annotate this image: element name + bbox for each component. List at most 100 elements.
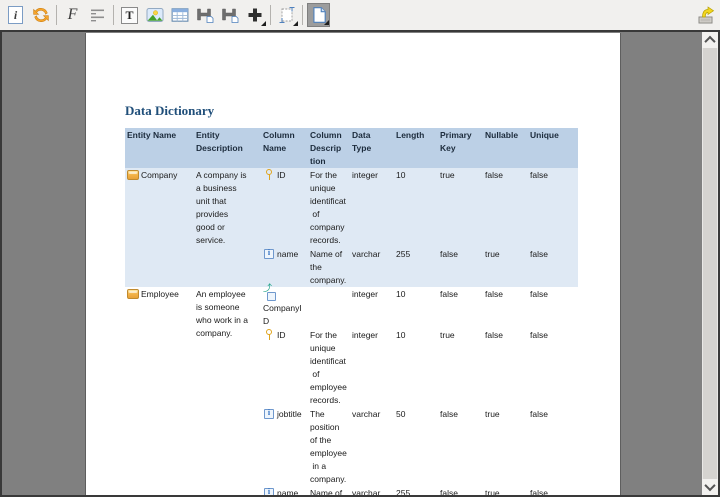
chevron-down-icon: [704, 479, 716, 492]
chevron-up-icon: [704, 35, 716, 48]
nullable-cell: true: [485, 488, 500, 497]
primary-key-cell: false: [440, 289, 458, 299]
primary-key-icon: [263, 329, 275, 340]
toolbar-separator: [270, 5, 271, 25]
line-spacing-button[interactable]: [86, 3, 109, 27]
entity-icon: [127, 288, 139, 299]
toolbar-separator: [56, 5, 57, 25]
column-name-cell: CompanyI D: [261, 284, 308, 328]
unique-cell: false: [530, 488, 548, 497]
unique-cell: false: [530, 170, 548, 180]
length-cell: 255: [396, 488, 411, 497]
entity-icon: [127, 169, 139, 180]
header-length: Length: [396, 130, 425, 140]
table-row: jobtitle The position of the employee in…: [261, 407, 578, 486]
primary-key-cell: true: [440, 170, 455, 180]
entity-name-cell: Company: [125, 168, 194, 182]
page-footer-icon: [221, 8, 238, 23]
primary-key-cell: false: [440, 409, 458, 419]
header-column-description: Column Descrip tion: [310, 130, 342, 166]
table-icon: [171, 8, 188, 22]
document-page: Data Dictionary Entity Name Entity Descr…: [86, 33, 620, 497]
entity-group-employee: Employee An employee is someone who work…: [125, 284, 578, 497]
refresh-icon: [32, 8, 49, 22]
data-type-cell: varchar: [352, 488, 381, 497]
column-name: name: [277, 488, 299, 497]
font-button[interactable]: F: [61, 3, 84, 27]
header-nullable: Nullable: [485, 130, 519, 140]
text-box-icon: T: [121, 6, 138, 24]
line-spacing-icon: [90, 9, 104, 22]
info-page-icon: i: [8, 6, 23, 24]
table-row: name Name of varchar 255 false true fals…: [261, 486, 578, 497]
primary-key-cell: true: [440, 330, 455, 340]
header-entity-name: Entity Name: [127, 130, 177, 140]
column-description-cell: Name of the company.: [310, 249, 347, 285]
column-description-cell: For the unique identificat of company re…: [310, 170, 346, 245]
unique-cell: false: [530, 409, 548, 419]
dropdown-arrow-icon: [261, 21, 266, 26]
entity-description-cell: A company is a business unit that provid…: [196, 170, 247, 245]
column-name: CompanyI D: [263, 303, 302, 326]
insert-image-button[interactable]: [143, 3, 166, 27]
header-entity-description: Entity Description: [196, 130, 243, 153]
document-title: Data Dictionary: [125, 103, 215, 118]
header-primary-key: Primary Key: [440, 130, 472, 153]
header-column-name: Column Name: [263, 130, 295, 153]
column-name-cell: name: [261, 247, 308, 261]
refresh-button[interactable]: [29, 3, 52, 27]
image-icon: [146, 8, 163, 22]
vertical-scrollbar[interactable]: [702, 32, 718, 495]
nullable-cell: false: [485, 330, 503, 340]
toolbar-separator: [113, 5, 114, 25]
dropdown-arrow-icon: [324, 20, 329, 25]
preview-area: Data Dictionary Entity Name Entity Descr…: [0, 30, 720, 497]
foreign-key-icon: [263, 284, 276, 301]
toolbar-separator: [302, 5, 303, 25]
page-margins-button[interactable]: [275, 3, 298, 27]
column-name: ID: [277, 330, 286, 340]
column-name-cell: jobtitle: [261, 407, 308, 421]
primary-key-cell: false: [440, 488, 458, 497]
data-dictionary-table: Entity Name Entity Description Column Na…: [125, 128, 578, 497]
column-icon: [263, 487, 275, 495]
column-name-cell: name: [261, 486, 308, 497]
entity-description-cell: An employee is someone who work in a com…: [196, 289, 248, 338]
new-page-button[interactable]: [307, 3, 330, 27]
table-header-row: Entity Name Entity Description Column Na…: [125, 128, 578, 168]
page-header-icon: [196, 8, 213, 23]
data-type-cell: varchar: [352, 249, 381, 259]
entity-name-cell: Employee: [125, 287, 194, 301]
export-button[interactable]: [694, 3, 717, 27]
add-element-button[interactable]: [243, 3, 266, 27]
length-cell: 10: [396, 330, 406, 340]
page-footer-button[interactable]: [218, 3, 241, 27]
nullable-cell: false: [485, 289, 503, 299]
length-cell: 50: [396, 409, 406, 419]
length-cell: 10: [396, 170, 406, 180]
column-name: name: [277, 249, 299, 259]
header-unique: Unique: [530, 130, 559, 140]
data-type-cell: integer: [352, 330, 378, 340]
insert-table-button[interactable]: [168, 3, 191, 27]
toolbar: i F T: [0, 0, 720, 30]
column-description-cell: The position of the employee in a compan…: [310, 409, 347, 484]
nullable-cell: false: [485, 170, 503, 180]
scroll-down-button[interactable]: [702, 479, 718, 495]
font-f-icon: F: [67, 6, 78, 23]
header-data-type: Data Type: [352, 130, 372, 153]
export-icon: [698, 6, 714, 24]
data-type-cell: integer: [352, 289, 378, 299]
unique-cell: false: [530, 330, 548, 340]
page-header-button[interactable]: [193, 3, 216, 27]
column-name-cell: ID: [261, 328, 308, 342]
data-type-cell: varchar: [352, 409, 381, 419]
entity-name: Company: [141, 170, 178, 180]
column-icon: [263, 408, 275, 419]
report-info-button[interactable]: i: [4, 3, 27, 27]
text-box-button[interactable]: T: [118, 3, 141, 27]
scroll-up-button[interactable]: [702, 32, 718, 48]
scrollbar-thumb[interactable]: [703, 48, 717, 479]
table-row: ID For the unique identificat of employe…: [261, 328, 578, 407]
column-description-cell: [308, 287, 350, 288]
